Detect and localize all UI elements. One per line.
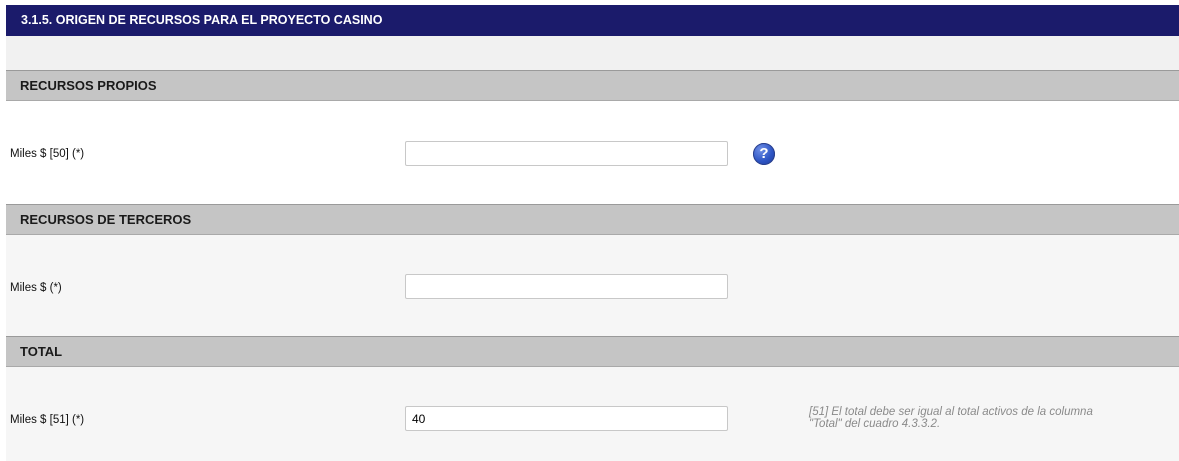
page-title: 3.1.5. ORIGEN DE RECURSOS PARA EL PROYEC… [6, 5, 1179, 36]
total-note-line-1: [51] El total debe ser igual al total ac… [809, 406, 1093, 418]
section-header-recursos-terceros: RECURSOS DE TERCEROS [6, 204, 1179, 235]
section-header-recursos-propios: RECURSOS PROPIOS [6, 70, 1179, 101]
field-label-recursos-propios: Miles $ [50] (*) [10, 148, 85, 160]
total-note-line-2: "Total" del cuadro 4.3.3.2. [809, 418, 941, 430]
question-mark-icon[interactable]: ? [753, 143, 775, 165]
recursos-propios-input[interactable] [405, 141, 728, 166]
row-recursos-propios: Miles $ [50] (*) ? [6, 101, 1179, 204]
section-header-total: TOTAL [6, 336, 1179, 367]
total-note: [51] El total debe ser igual al total ac… [809, 406, 1169, 430]
recursos-terceros-input[interactable] [405, 274, 728, 299]
spacer-band [6, 36, 1179, 70]
field-label-total: Miles $ [51] (*) [10, 414, 85, 426]
row-recursos-terceros: Miles $ (*) [6, 235, 1179, 336]
total-input[interactable] [405, 406, 728, 431]
row-total: Miles $ [51] (*) [51] El total debe ser … [6, 367, 1179, 461]
field-label-recursos-terceros: Miles $ (*) [10, 282, 62, 294]
